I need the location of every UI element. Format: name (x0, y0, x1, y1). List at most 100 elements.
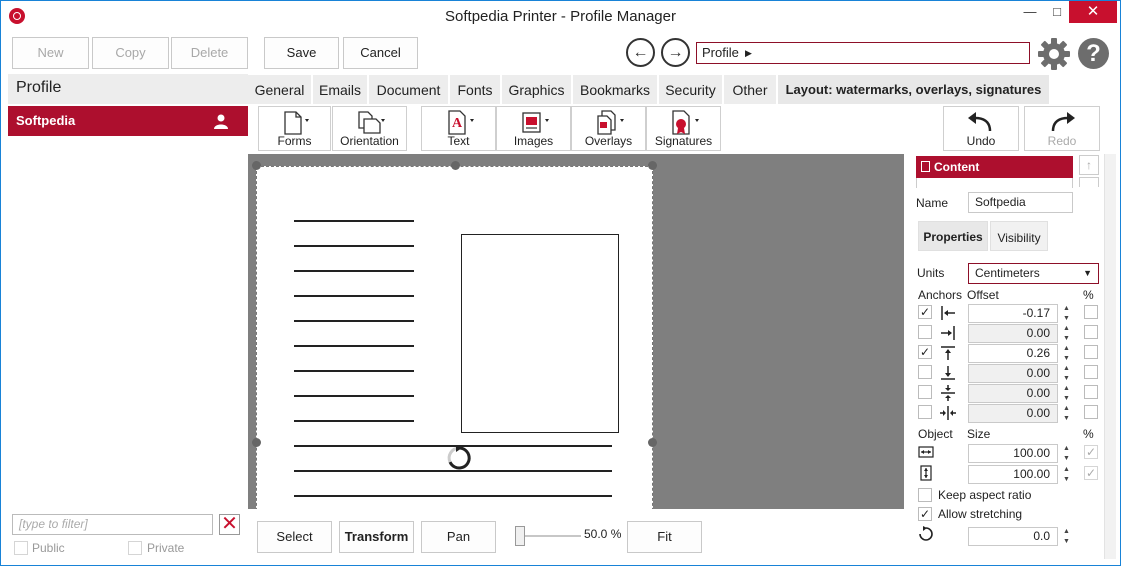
forward-arrow-icon[interactable]: → (661, 38, 690, 67)
tab-fonts[interactable]: Fonts (450, 75, 501, 104)
name-input[interactable]: Softpedia (968, 192, 1073, 213)
filter-input[interactable]: [type to filter] (12, 514, 213, 535)
resize-handle[interactable] (648, 438, 657, 447)
anchor-right-checkbox[interactable] (918, 325, 932, 339)
help-icon[interactable]: ? (1078, 38, 1109, 69)
offset-top-input[interactable]: 0.26 (968, 344, 1058, 363)
offset-bottom-percent-checkbox[interactable] (1084, 365, 1098, 379)
save-button[interactable]: Save (264, 37, 339, 69)
height-input[interactable]: 100.00 (968, 465, 1058, 484)
spin-up-icon[interactable]: ▲ (1059, 404, 1074, 413)
spin-down-icon[interactable]: ▼ (1059, 414, 1074, 423)
height-percent-checkbox[interactable]: ✓ (1084, 466, 1098, 480)
profile-breadcrumb[interactable]: Profile ▶ (696, 42, 1030, 64)
spin-down-icon[interactable]: ▼ (1059, 354, 1074, 363)
offset-vcenter-percent-checkbox[interactable] (1084, 385, 1098, 399)
redo-button[interactable]: Redo (1024, 106, 1100, 151)
tab-properties[interactable]: Properties (918, 221, 988, 251)
new-button[interactable]: New (12, 37, 89, 69)
overlays-button[interactable]: Overlays (571, 106, 646, 151)
anchor-top-checkbox[interactable]: ✓ (918, 345, 932, 359)
resize-handle[interactable] (648, 161, 657, 170)
close-button[interactable]: ✕ (1069, 1, 1117, 23)
offset-vcenter-spinner[interactable]: ▲ ▼ (1059, 384, 1074, 403)
offset-vcenter-input[interactable]: 0.00 (968, 384, 1058, 403)
height-spinner[interactable]: ▲ ▼ (1059, 465, 1074, 484)
units-select[interactable]: Centimeters ▼ (968, 263, 1099, 284)
resize-handle[interactable] (451, 161, 460, 170)
layout-canvas[interactable] (248, 154, 904, 509)
tab-security[interactable]: Security (659, 75, 723, 104)
spin-up-icon[interactable]: ▲ (1059, 527, 1074, 536)
tab-bookmarks[interactable]: Bookmarks (573, 75, 658, 104)
rotation-input[interactable]: 0.0 (968, 527, 1058, 546)
public-checkbox[interactable] (14, 541, 28, 555)
spin-down-icon[interactable]: ▼ (1059, 334, 1074, 343)
zoom-slider-thumb[interactable] (515, 526, 525, 546)
tab-document[interactable]: Document (369, 75, 449, 104)
anchor-hcenter-checkbox[interactable] (918, 405, 932, 419)
spin-down-icon[interactable]: ▼ (1059, 394, 1074, 403)
fit-button[interactable]: Fit (627, 521, 702, 553)
offset-right-percent-checkbox[interactable] (1084, 325, 1098, 339)
spin-up-icon[interactable]: ▲ (1059, 324, 1074, 333)
tab-emails[interactable]: Emails (313, 75, 368, 104)
offset-hcenter-percent-checkbox[interactable] (1084, 405, 1098, 419)
text-button[interactable]: A Text (421, 106, 496, 151)
offset-top-percent-checkbox[interactable] (1084, 345, 1098, 359)
tab-visibility[interactable]: Visibility (990, 221, 1048, 251)
gear-icon[interactable] (1037, 37, 1071, 71)
offset-top-spinner[interactable]: ▲ ▼ (1059, 344, 1074, 363)
tab-other[interactable]: Other (724, 75, 777, 104)
forms-button[interactable]: Forms (258, 106, 331, 151)
select-tool-button[interactable]: Select (257, 521, 332, 553)
anchor-bottom-checkbox[interactable] (918, 365, 932, 379)
profile-list-item[interactable]: Softpedia (8, 106, 248, 136)
cancel-button[interactable]: Cancel (343, 37, 418, 69)
spin-down-icon[interactable]: ▼ (1059, 475, 1074, 484)
resize-handle[interactable] (252, 438, 261, 447)
rotation-spinner[interactable]: ▲ ▼ (1059, 527, 1074, 546)
spin-up-icon[interactable]: ▲ (1059, 465, 1074, 474)
offset-right-spinner[interactable]: ▲ ▼ (1059, 324, 1074, 343)
copy-button[interactable]: Copy (92, 37, 169, 69)
width-spinner[interactable]: ▲ ▼ (1059, 444, 1074, 463)
images-button[interactable]: Images (496, 106, 571, 151)
panel-scrollbar[interactable] (1104, 154, 1116, 559)
minimize-button[interactable]: — (1015, 1, 1045, 23)
move-up-icon[interactable]: ↑ (1079, 155, 1099, 175)
orientation-button[interactable]: Orientation (332, 106, 407, 151)
offset-left-input[interactable]: -0.17 (968, 304, 1058, 323)
anchor-vcenter-checkbox[interactable] (918, 385, 932, 399)
maximize-button[interactable]: □ (1042, 1, 1072, 23)
spin-up-icon[interactable]: ▲ (1059, 444, 1074, 453)
clear-filter-icon[interactable]: ✕ (219, 514, 240, 535)
offset-left-percent-checkbox[interactable] (1084, 305, 1098, 319)
allow-stretching-checkbox[interactable]: ✓ (918, 507, 932, 521)
spin-up-icon[interactable]: ▲ (1059, 344, 1074, 353)
offset-hcenter-spinner[interactable]: ▲ ▼ (1059, 404, 1074, 423)
spin-up-icon[interactable]: ▲ (1059, 304, 1074, 313)
spin-up-icon[interactable]: ▲ (1059, 384, 1074, 393)
tab-layout[interactable]: Layout: watermarks, overlays, signatures (778, 75, 1050, 104)
offset-right-input[interactable]: 0.00 (968, 324, 1058, 343)
content-list-item[interactable]: Content (916, 156, 1073, 178)
spin-down-icon[interactable]: ▼ (1059, 374, 1074, 383)
tab-graphics[interactable]: Graphics (502, 75, 572, 104)
spin-up-icon[interactable]: ▲ (1059, 364, 1074, 373)
anchor-left-checkbox[interactable]: ✓ (918, 305, 932, 319)
spin-down-icon[interactable]: ▼ (1059, 314, 1074, 323)
back-arrow-icon[interactable]: ← (626, 38, 655, 67)
width-input[interactable]: 100.00 (968, 444, 1058, 463)
offset-bottom-input[interactable]: 0.00 (968, 364, 1058, 383)
tab-general[interactable]: General (248, 75, 312, 104)
undo-button[interactable]: Undo (943, 106, 1019, 151)
offset-hcenter-input[interactable]: 0.00 (968, 404, 1058, 423)
resize-handle[interactable] (252, 161, 261, 170)
spin-down-icon[interactable]: ▼ (1059, 537, 1074, 546)
signatures-button[interactable]: Signatures (646, 106, 721, 151)
offset-bottom-spinner[interactable]: ▲ ▼ (1059, 364, 1074, 383)
keep-aspect-checkbox[interactable] (918, 488, 932, 502)
spin-down-icon[interactable]: ▼ (1059, 454, 1074, 463)
width-percent-checkbox[interactable]: ✓ (1084, 445, 1098, 459)
